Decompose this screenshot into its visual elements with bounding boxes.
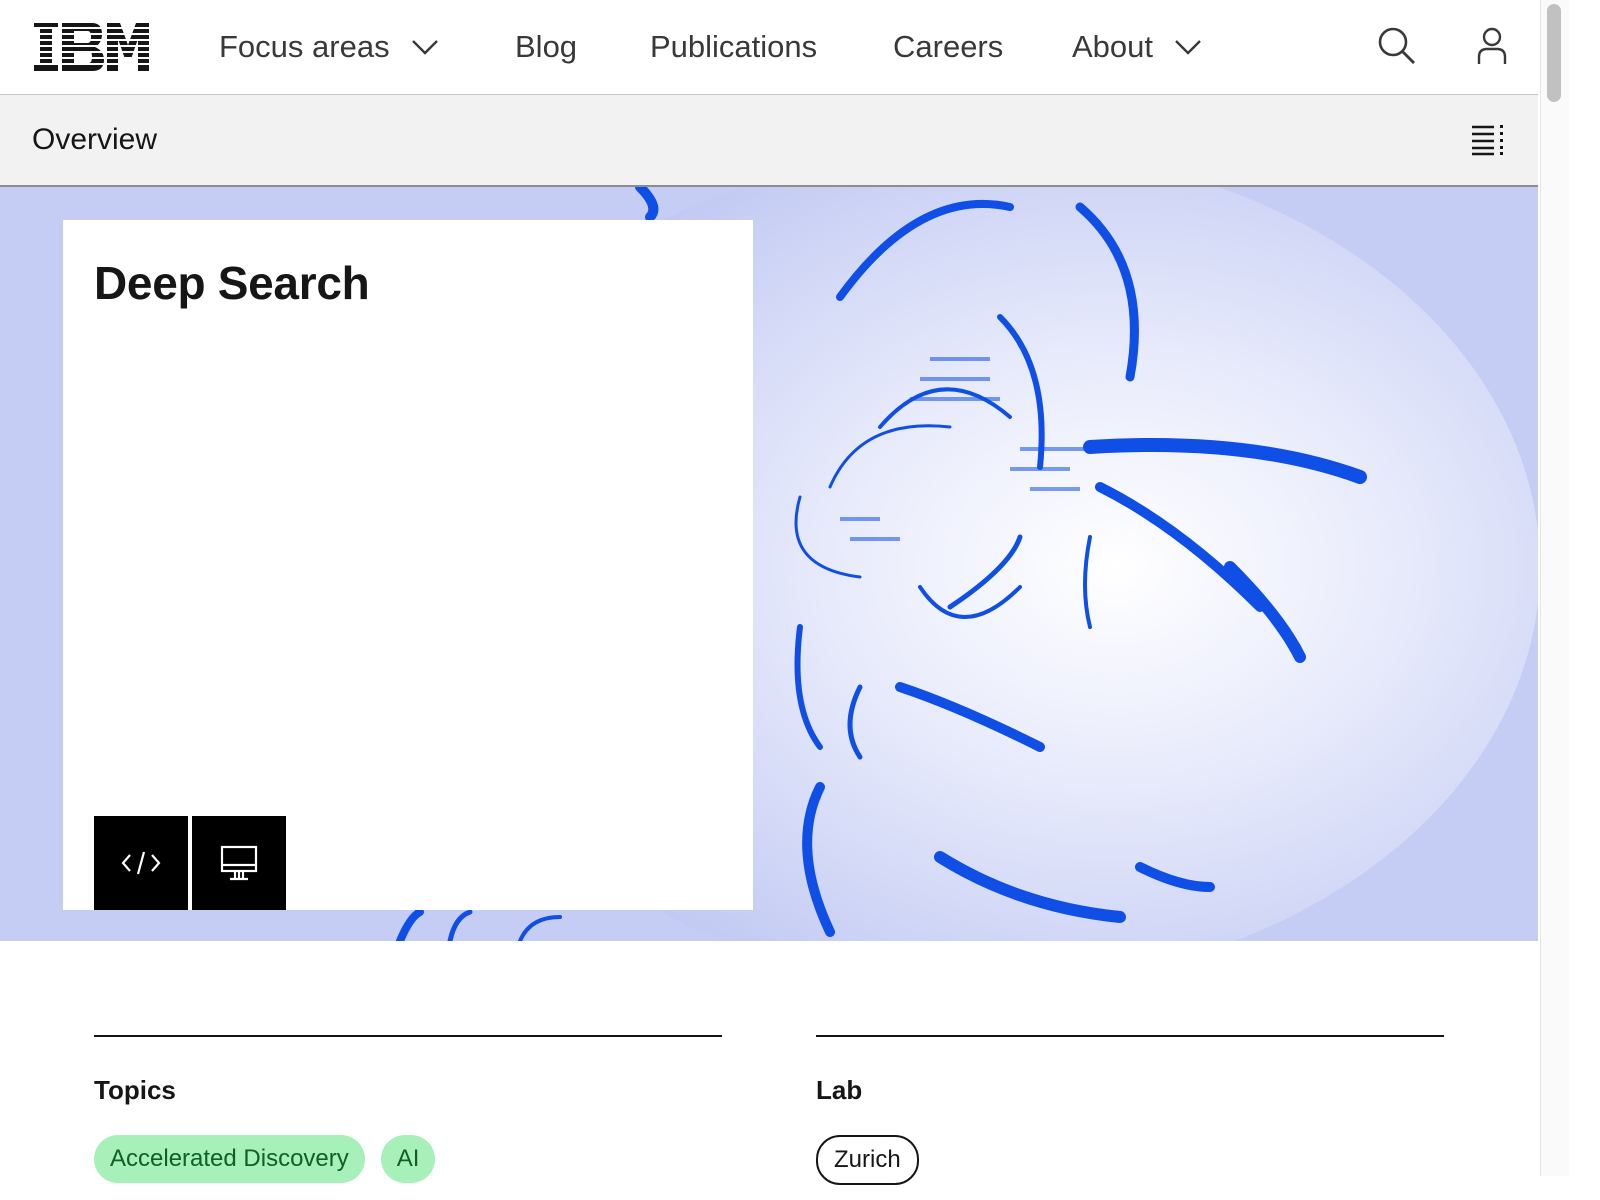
lab-section: Lab Zurich [816,1035,1444,1185]
lab-tags: Zurich [816,1135,919,1185]
nav-about[interactable]: About [1072,0,1201,94]
divider [816,1035,1444,1037]
lab-heading: Lab [816,1075,863,1105]
scrollbar-thumb[interactable] [1547,4,1561,102]
code-icon [121,851,161,875]
secondary-navigation: Overview [0,95,1538,187]
desktop-icon [220,845,258,881]
ibm-logo[interactable] [34,23,150,71]
user-icon[interactable] [1472,26,1512,66]
chevron-down-icon [1175,39,1201,55]
search-icon[interactable] [1377,26,1417,66]
page-section-title[interactable]: Overview [32,95,157,185]
nav-about-label: About [1072,29,1154,64]
tag-accelerated-discovery[interactable]: Accelerated Discovery [94,1135,365,1183]
page-scrollbar[interactable] [1540,0,1569,1176]
nav-blog[interactable]: Blog [515,0,577,94]
nav-publications-label: Publications [650,29,818,64]
hero-banner: Deep Search [0,187,1538,941]
code-button[interactable] [94,816,188,910]
chevron-down-icon [411,39,438,55]
divider [94,1035,722,1037]
tag-ai[interactable]: AI [380,1135,436,1183]
nav-focus-areas[interactable]: Focus areas [219,0,438,94]
nav-publications[interactable]: Publications [650,0,817,94]
demo-button[interactable] [192,816,286,910]
hero-title: Deep Search [94,257,370,309]
nav-careers[interactable]: Careers [893,0,1003,94]
topics-section: Topics Accelerated Discovery AI [94,1035,722,1183]
topic-tags: Accelerated Discovery AI [94,1135,436,1183]
nav-focus-areas-label: Focus areas [219,29,390,64]
hero-card: Deep Search [63,220,753,910]
nav-blog-label: Blog [515,29,578,64]
top-navigation: Focus areas Blog Publications Careers Ab… [0,0,1538,95]
table-of-contents-icon[interactable] [1470,124,1506,156]
nav-careers-label: Careers [893,29,1004,64]
tag-zurich[interactable]: Zurich [816,1135,919,1185]
ibm-logo-icon [34,23,149,71]
topics-heading: Topics [94,1075,176,1105]
